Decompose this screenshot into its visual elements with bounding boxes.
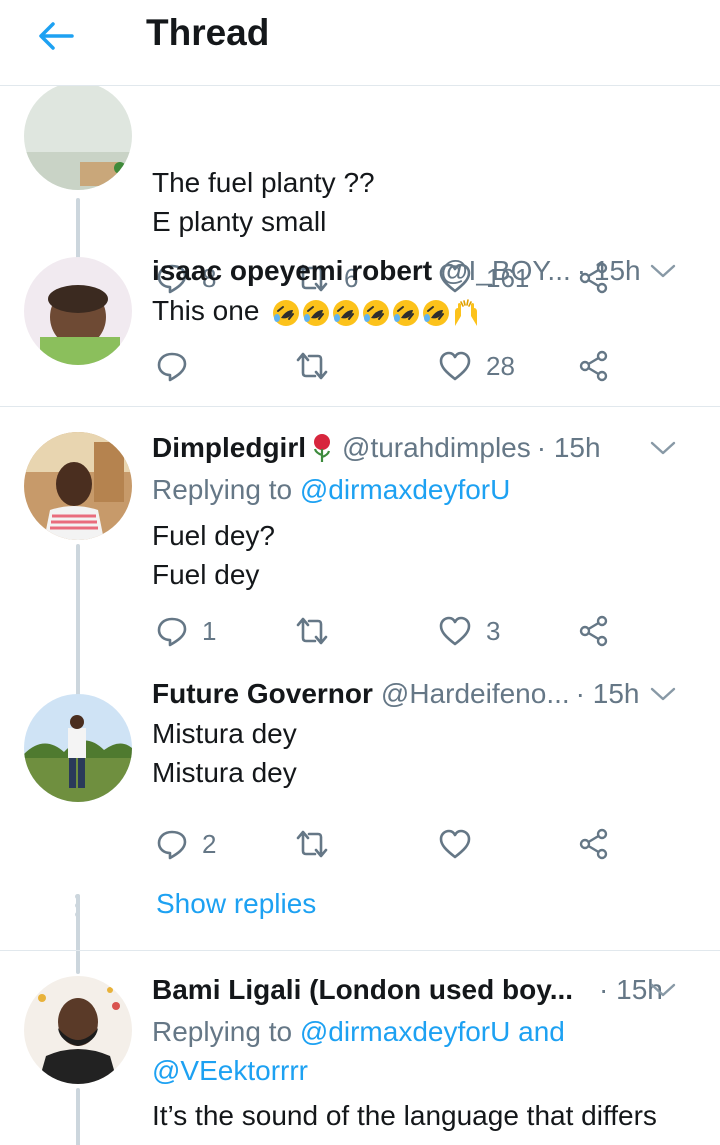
like-button[interactable]: 3 [438, 611, 500, 651]
reply-button[interactable] [156, 346, 202, 386]
like-count: 28 [486, 350, 515, 381]
share-button[interactable] [578, 346, 610, 386]
retweet-button[interactable] [294, 824, 344, 864]
share-button[interactable] [578, 611, 610, 651]
thread-timeline[interactable]: The fuel planty ?? E planty small 8 6 16… [0, 86, 720, 1145]
display-name[interactable]: isaac opeyemi robert [152, 255, 432, 287]
retweet-icon [296, 352, 328, 380]
mention-link[interactable]: @dirmaxdeyforU [300, 474, 510, 505]
tweet-text: Fuel dey? Fuel dey [152, 520, 275, 590]
share-icon [579, 615, 608, 647]
top-app-bar: Thread [0, 0, 720, 86]
heart-icon [439, 616, 471, 646]
rolling-laughing-emoji-icon [423, 299, 450, 326]
emoji-sequence [271, 298, 481, 328]
reply-count: 2 [202, 828, 217, 859]
tweet-header: Bami Ligali (London used boy... · 15h [152, 970, 700, 1010]
timestamp[interactable]: · 15h [576, 678, 640, 710]
chevron-down-icon[interactable] [648, 434, 678, 462]
like-button[interactable] [438, 824, 486, 864]
avatar[interactable] [24, 976, 132, 1084]
more-replies-dots [74, 894, 82, 921]
show-replies-link[interactable]: Show replies [156, 888, 316, 920]
display-name[interactable]: Dimpledgirl [152, 432, 306, 464]
user-handle[interactable]: @I_BOY... [440, 255, 571, 287]
reply-button[interactable]: 1 [156, 611, 216, 651]
raising-hands-emoji-icon [455, 298, 478, 326]
replying-to: Replying to @dirmaxdeyforU [152, 474, 511, 505]
tweet-text: Mistura dey Mistura dey [152, 718, 297, 788]
avatar[interactable] [24, 694, 132, 802]
share-icon [579, 350, 608, 382]
tweet-header: Dimpledgirl @turahdimples · 15h [152, 428, 700, 468]
like-button[interactable]: 28 [438, 346, 515, 386]
retweet-button[interactable] [294, 346, 344, 386]
back-arrow-icon [39, 22, 74, 50]
tweet-item[interactable]: Future Governor @Hardeifeno... · 15h Mis… [0, 678, 720, 974]
tweet-item[interactable]: Dimpledgirl @turahdimples · 15h Replying… [0, 428, 720, 780]
tweet-item[interactable]: Bami Ligali (London used boy... · 15h Re… [0, 972, 720, 1145]
tweet-text: It’s the sound of the language that diff… [152, 1100, 657, 1131]
tweet-actions: 2 [152, 824, 632, 864]
mention-link[interactable]: @VEektorrrr [152, 1055, 308, 1086]
avatar[interactable] [24, 86, 132, 190]
back-arrow-button[interactable] [34, 14, 78, 58]
retweet-button[interactable] [294, 611, 344, 651]
divider [0, 406, 720, 407]
reply-icon [157, 830, 187, 860]
page-title: Thread [146, 12, 270, 53]
user-handle[interactable]: @Hardeifeno... [381, 678, 570, 710]
avatar[interactable] [24, 257, 132, 365]
rolling-laughing-emoji-icon [333, 299, 360, 326]
rolling-laughing-emoji-icon [303, 299, 330, 326]
thread-connector-line [76, 1088, 80, 1145]
replying-to: Replying to @dirmaxdeyforU and @VEektorr… [152, 1016, 565, 1086]
share-icon [579, 828, 608, 860]
reply-button[interactable]: 2 [156, 824, 216, 864]
avatar[interactable] [24, 432, 132, 540]
chevron-down-icon[interactable] [648, 257, 678, 285]
tweet-header: isaac opeyemi robert @I_BOY... · 15h [152, 251, 700, 291]
divider [0, 950, 720, 951]
rolling-laughing-emoji-icon [363, 299, 390, 326]
tweet-text: The fuel planty ?? E planty small [152, 167, 375, 237]
rolling-laughing-emoji-icon [273, 299, 300, 326]
reply-icon [157, 617, 187, 647]
chevron-down-icon[interactable] [648, 680, 678, 708]
display-name[interactable]: Bami Ligali (London used boy... [152, 974, 573, 1006]
reply-count: 1 [202, 615, 217, 646]
heart-icon [439, 351, 471, 381]
rolling-laughing-emoji-icon [393, 299, 420, 326]
like-count: 3 [486, 615, 501, 646]
rose-emoji-icon [313, 434, 331, 462]
tweet-header: Future Governor @Hardeifeno... · 15h [152, 674, 700, 714]
tweet-actions: 1 3 [152, 611, 632, 651]
timestamp[interactable]: · 15h [577, 255, 641, 287]
tweet-actions: 28 [152, 346, 632, 386]
chevron-down-icon[interactable] [648, 976, 678, 1004]
retweet-icon [296, 830, 328, 858]
tweet-text: This one [152, 291, 704, 330]
heart-icon [439, 829, 471, 859]
user-handle[interactable]: @turahdimples [342, 432, 531, 464]
timestamp[interactable]: · 15h [537, 432, 601, 464]
share-button[interactable] [578, 824, 610, 864]
reply-icon [157, 352, 187, 382]
retweet-icon [296, 617, 328, 645]
mention-link[interactable]: @dirmaxdeyforU [300, 1016, 510, 1047]
display-name[interactable]: Future Governor [152, 678, 373, 710]
